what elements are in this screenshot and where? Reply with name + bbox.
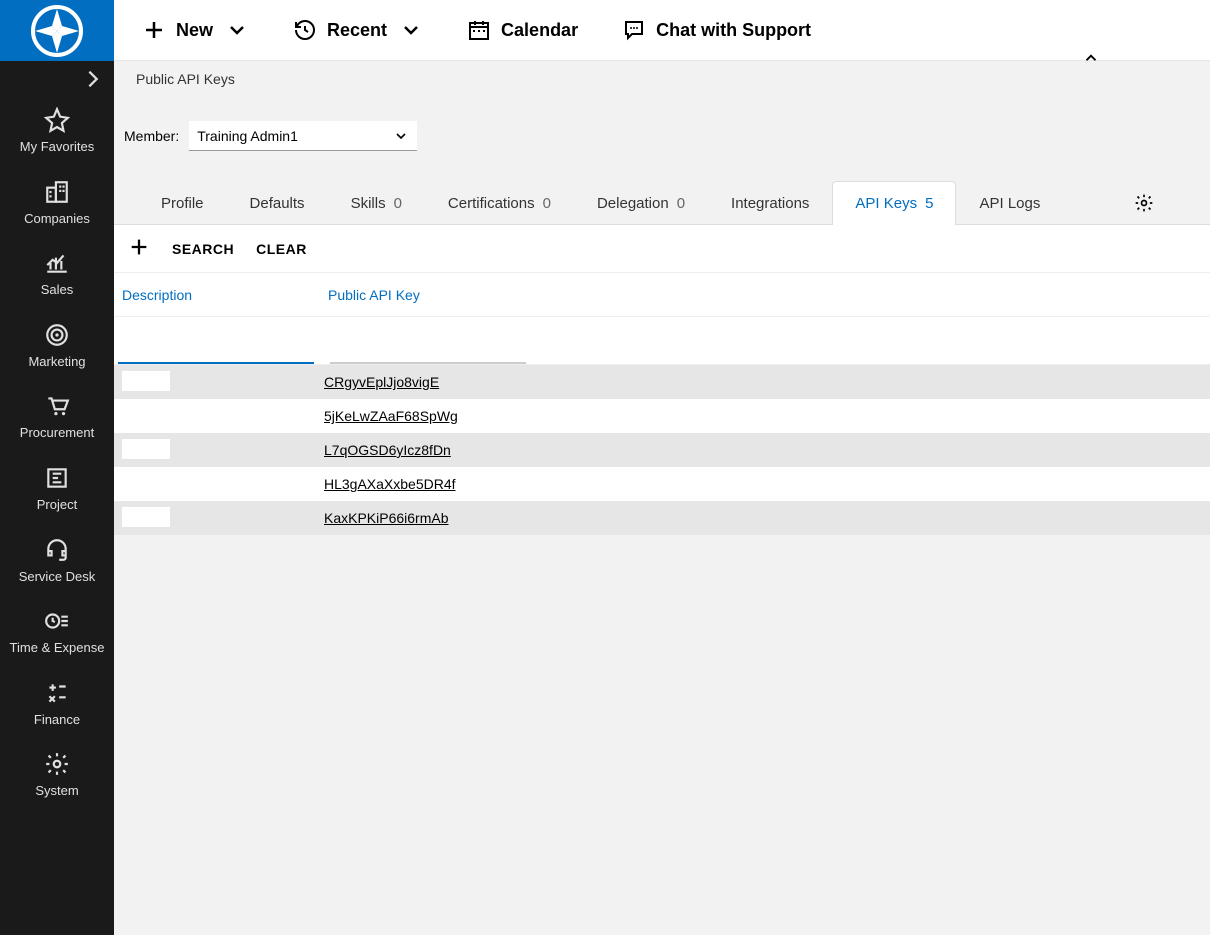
- tab-profile[interactable]: Profile: [138, 181, 227, 225]
- chevron-down-icon: [399, 18, 423, 42]
- page-title: Public API Keys: [114, 61, 1210, 101]
- target-icon: [44, 322, 70, 348]
- filter-row: [114, 317, 1210, 365]
- gear-icon: [1134, 193, 1154, 213]
- description-redacted: [122, 439, 170, 459]
- sidebar-item-companies[interactable]: Companies: [0, 175, 114, 231]
- sidebar-item-label: System: [35, 783, 78, 799]
- table-row[interactable]: HL3gAXaXxbe5DR4f: [114, 467, 1210, 501]
- sidebar-item-label: My Favorites: [20, 139, 94, 155]
- chat-support-button[interactable]: Chat with Support: [622, 18, 811, 42]
- sidebar-item-label: Procurement: [20, 425, 94, 441]
- clock-list-icon: [44, 608, 70, 634]
- headset-icon: [44, 537, 70, 563]
- sidebar-item-procurement[interactable]: Procurement: [0, 389, 114, 445]
- column-headers: Description Public API Key: [114, 273, 1210, 317]
- table-body: CRgyvEplJjo8vigE 5jKeLwZAaF68SpWg L7qOGSD6…: [114, 365, 1210, 535]
- new-menu[interactable]: New: [142, 18, 249, 42]
- member-select[interactable]: Training Admin1: [189, 121, 417, 151]
- table-row[interactable]: L7qOGSD6yIcz8fDn: [114, 433, 1210, 467]
- apikey-link[interactable]: L7qOGSD6yIcz8fDn: [324, 442, 451, 458]
- chevron-down-icon: [225, 18, 249, 42]
- project-icon: [44, 465, 70, 491]
- chevron-right-icon: [82, 68, 104, 90]
- sidebar-item-label: Project: [37, 497, 77, 513]
- member-label: Member:: [124, 128, 179, 144]
- chat-icon: [622, 18, 646, 42]
- member-row: Member: Training Admin1: [114, 121, 1210, 151]
- column-description[interactable]: Description: [114, 287, 322, 303]
- tab-skills[interactable]: Skills0: [328, 181, 425, 225]
- new-label: New: [176, 20, 213, 41]
- tab-apikeys[interactable]: API Keys5: [832, 181, 956, 225]
- sidebar-item-finance[interactable]: Finance: [0, 676, 114, 732]
- apikey-link[interactable]: KaxKPKiP66i6rmAb: [324, 510, 449, 526]
- description-redacted: [122, 405, 214, 425]
- toolbar: SEARCH CLEAR: [114, 225, 1210, 273]
- sidebar-item-favorites[interactable]: My Favorites: [0, 103, 114, 159]
- clear-button[interactable]: CLEAR: [256, 241, 307, 257]
- sidebar-item-label: Sales: [41, 282, 74, 298]
- table-row[interactable]: 5jKeLwZAaF68SpWg: [114, 399, 1210, 433]
- sidebar-item-label: Marketing: [28, 354, 85, 370]
- apikey-link[interactable]: 5jKeLwZAaF68SpWg: [324, 408, 458, 424]
- buildings-icon: [44, 179, 70, 205]
- star-icon: [44, 107, 70, 133]
- sidebar-item-sales[interactable]: Sales: [0, 246, 114, 302]
- topbar: New Recent Calendar Chat with Support: [114, 0, 1210, 61]
- tab-integrations[interactable]: Integrations: [708, 181, 832, 225]
- add-button[interactable]: [128, 236, 150, 262]
- description-redacted: [122, 473, 172, 493]
- search-button[interactable]: SEARCH: [172, 241, 234, 257]
- member-value: Training Admin1: [197, 128, 298, 144]
- sidebar-item-system[interactable]: System: [0, 747, 114, 803]
- tab-apilogs[interactable]: API Logs: [956, 181, 1063, 225]
- calendar-button[interactable]: Calendar: [467, 18, 578, 42]
- history-icon: [293, 18, 317, 42]
- sidebar-item-label: Companies: [24, 211, 90, 227]
- calendar-icon: [467, 18, 491, 42]
- sidebar-item-marketing[interactable]: Marketing: [0, 318, 114, 374]
- description-redacted: [122, 371, 170, 391]
- main: Public API Keys Member: Training Admin1 …: [114, 61, 1210, 935]
- chat-label: Chat with Support: [656, 20, 811, 41]
- gear-icon: [44, 751, 70, 777]
- chart-icon: [44, 250, 70, 276]
- table-row[interactable]: KaxKPKiP66i6rmAb: [114, 501, 1210, 535]
- calendar-label: Calendar: [501, 20, 578, 41]
- logo[interactable]: [0, 0, 114, 61]
- tabs: Profile Defaults Skills0 Certifications0…: [114, 181, 1210, 225]
- sidebar-item-project[interactable]: Project: [0, 461, 114, 517]
- tab-certifications[interactable]: Certifications0: [425, 181, 574, 225]
- sidebar-item-label: Time & Expense: [10, 640, 105, 656]
- chevron-down-icon: [393, 128, 409, 144]
- recent-menu[interactable]: Recent: [293, 18, 423, 42]
- filter-apikey-input[interactable]: [330, 334, 526, 364]
- description-redacted: [122, 507, 170, 527]
- compass-logo-icon: [31, 5, 83, 57]
- sidebar-item-label: Finance: [34, 712, 80, 728]
- tab-settings[interactable]: [1134, 193, 1154, 213]
- tab-delegation[interactable]: Delegation0: [574, 181, 708, 225]
- apikey-link[interactable]: HL3gAXaXxbe5DR4f: [324, 476, 456, 492]
- sidebar-expand[interactable]: [0, 61, 114, 97]
- column-apikey[interactable]: Public API Key: [322, 287, 1210, 303]
- sidebar-item-label: Service Desk: [19, 569, 96, 585]
- calculator-icon: [44, 680, 70, 706]
- sidebar: My Favorites Companies Sales Marketing P…: [0, 0, 114, 935]
- apikey-link[interactable]: CRgyvEplJjo8vigE: [324, 374, 439, 390]
- sidebar-nav: My Favorites Companies Sales Marketing P…: [0, 97, 114, 803]
- cart-icon: [44, 393, 70, 419]
- recent-label: Recent: [327, 20, 387, 41]
- table-row[interactable]: CRgyvEplJjo8vigE: [114, 365, 1210, 399]
- sidebar-item-timeexpense[interactable]: Time & Expense: [0, 604, 114, 660]
- tab-defaults[interactable]: Defaults: [227, 181, 328, 225]
- filter-description-input[interactable]: [118, 334, 314, 364]
- plus-icon: [142, 18, 166, 42]
- plus-icon: [128, 236, 150, 258]
- sidebar-item-servicedesk[interactable]: Service Desk: [0, 533, 114, 589]
